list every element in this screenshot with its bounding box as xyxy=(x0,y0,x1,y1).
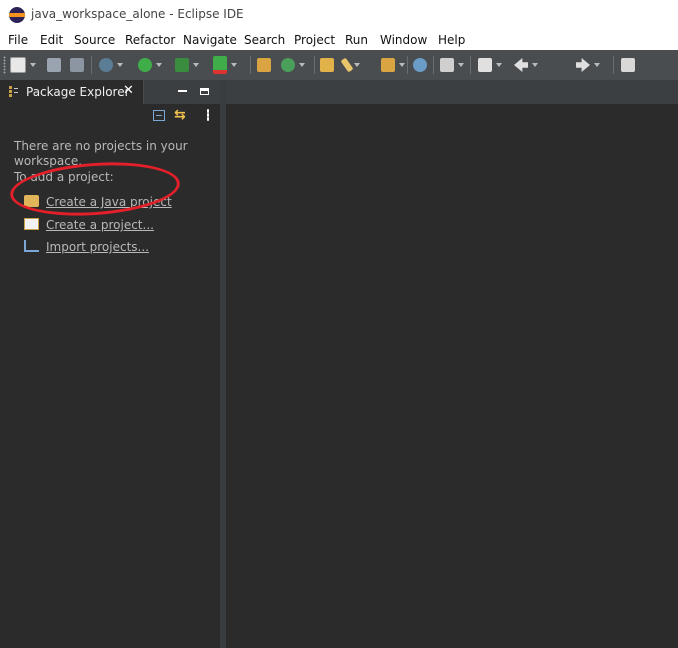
menu-source[interactable]: Source xyxy=(74,33,115,47)
back-button[interactable] xyxy=(514,57,538,73)
menu-bar: File Edit Source Refactor Navigate Searc… xyxy=(0,30,678,50)
close-icon[interactable]: ✕ xyxy=(123,83,134,98)
save-icon xyxy=(47,58,61,72)
save-all-button[interactable] xyxy=(70,57,84,73)
import-icon xyxy=(24,240,39,252)
open-task-icon xyxy=(381,58,395,72)
menu-search[interactable]: Search xyxy=(244,33,285,47)
eclipse-logo-icon xyxy=(9,7,25,23)
menu-edit[interactable]: Edit xyxy=(40,33,63,47)
import-projects-link[interactable]: Import projects... xyxy=(46,240,149,254)
open-perspective-icon xyxy=(621,58,635,72)
window-title: java_workspace_alone - Eclipse IDE xyxy=(31,7,244,21)
view-menu-icon[interactable] xyxy=(207,109,209,121)
annotation-nav-icon xyxy=(440,58,454,72)
back-icon xyxy=(514,58,528,72)
toolbar-grip[interactable] xyxy=(3,56,6,74)
forward-icon xyxy=(576,58,590,72)
menu-window[interactable]: Window xyxy=(380,33,427,47)
tab-label: Package Explorer xyxy=(26,85,130,99)
open-task-button[interactable] xyxy=(381,57,405,73)
collapse-all-icon[interactable] xyxy=(153,110,165,121)
package-explorer-icon xyxy=(9,86,19,98)
forward-button[interactable] xyxy=(576,57,600,73)
editor-tab-strip xyxy=(226,80,678,104)
save-all-icon xyxy=(70,58,84,72)
menu-refactor[interactable]: Refactor xyxy=(125,33,175,47)
run-icon xyxy=(138,58,152,72)
minimize-icon[interactable] xyxy=(178,90,187,92)
external-tools-button[interactable] xyxy=(213,56,237,74)
run-button[interactable] xyxy=(138,57,162,73)
save-button[interactable] xyxy=(47,57,61,73)
menu-help[interactable]: Help xyxy=(438,33,465,47)
menu-navigate[interactable]: Navigate xyxy=(183,33,237,47)
editor-area xyxy=(226,80,678,648)
debug-button[interactable] xyxy=(99,57,123,73)
create-java-project-link[interactable]: Create a Java project xyxy=(46,195,172,209)
empty-message: There are no projects in your workspace. xyxy=(14,139,188,168)
external-tools-icon xyxy=(213,56,227,74)
new-icon xyxy=(10,57,26,73)
last-edit-button[interactable] xyxy=(478,57,502,73)
coverage-icon xyxy=(175,58,189,72)
last-edit-icon xyxy=(478,58,492,72)
search-button[interactable] xyxy=(413,57,427,73)
coverage-button[interactable] xyxy=(175,57,199,73)
new-button[interactable] xyxy=(10,57,36,73)
create-project-link[interactable]: Create a project... xyxy=(46,218,154,232)
main-toolbar xyxy=(0,50,678,81)
new-java-class-icon xyxy=(281,58,295,72)
open-perspective-button[interactable] xyxy=(621,57,635,73)
pencil-button[interactable] xyxy=(340,57,360,73)
new-java-package-button[interactable] xyxy=(257,57,271,73)
add-project-prompt: To add a project: xyxy=(14,170,114,184)
new-project-icon xyxy=(24,218,39,230)
menu-file[interactable]: File xyxy=(8,33,28,47)
link-with-editor-icon[interactable]: ⇆ xyxy=(174,107,186,123)
new-java-package-icon xyxy=(257,58,271,72)
menu-run[interactable]: Run xyxy=(345,33,368,47)
open-type-button[interactable] xyxy=(320,57,334,73)
debug-icon xyxy=(99,58,113,72)
view-tab-row: Package Explorer ✕ xyxy=(0,80,220,104)
annotation-nav-button[interactable] xyxy=(440,57,464,73)
package-explorer-view: Package Explorer ✕ ⇆ There are no projec… xyxy=(0,80,221,648)
new-java-project-icon xyxy=(24,195,39,207)
search-icon xyxy=(413,58,427,72)
title-bar: java_workspace_alone - Eclipse IDE xyxy=(0,0,678,30)
menu-project[interactable]: Project xyxy=(294,33,335,47)
new-java-class-button[interactable] xyxy=(281,57,305,73)
pencil-icon xyxy=(340,57,354,73)
open-type-icon xyxy=(320,58,334,72)
tab-package-explorer[interactable]: Package Explorer ✕ xyxy=(0,80,144,104)
maximize-icon[interactable] xyxy=(200,88,209,95)
